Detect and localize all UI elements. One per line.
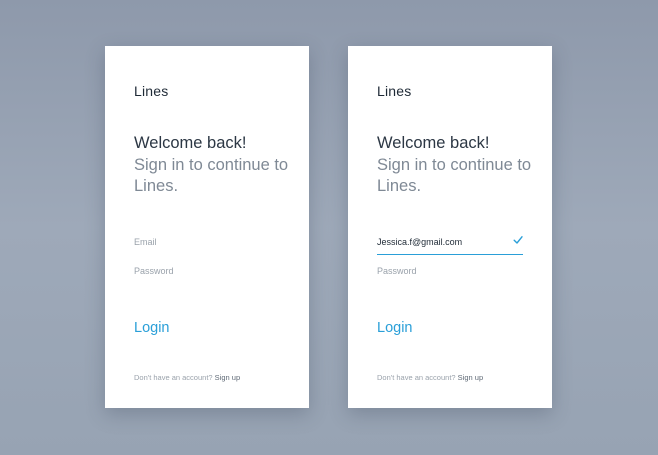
welcome-subtitle: Sign in to continue to Lines. xyxy=(377,155,532,196)
email-placeholder: Email xyxy=(134,237,157,247)
signup-link[interactable]: Sign up xyxy=(458,373,483,382)
signup-link[interactable]: Sign up xyxy=(215,373,240,382)
signup-prompt: Don't have an account? Sign up xyxy=(134,373,240,382)
email-field[interactable]: Email xyxy=(134,237,280,247)
welcome-heading: Welcome back! Sign in to continue to Lin… xyxy=(377,133,537,198)
email-value: Jessica.f@gmail.com xyxy=(377,237,463,247)
password-placeholder: Password xyxy=(377,266,417,276)
welcome-subtitle: Sign in to continue to Lines. xyxy=(134,155,289,196)
signup-prompt-text: Don't have an account? xyxy=(377,373,456,382)
brand-logo: Lines xyxy=(377,83,412,99)
login-card-filled: Lines Welcome back! Sign in to continue … xyxy=(348,46,552,408)
welcome-heading: Welcome back! Sign in to continue to Lin… xyxy=(134,133,294,198)
email-field[interactable]: Jessica.f@gmail.com xyxy=(377,236,523,255)
welcome-title: Welcome back! xyxy=(377,134,490,152)
login-button[interactable]: Login xyxy=(134,320,169,336)
password-placeholder: Password xyxy=(134,266,174,276)
signup-prompt: Don't have an account? Sign up xyxy=(377,373,483,382)
password-field[interactable]: Password xyxy=(134,266,280,276)
brand-logo: Lines xyxy=(134,83,169,99)
checkmark-icon xyxy=(513,236,523,244)
login-card-empty: Lines Welcome back! Sign in to continue … xyxy=(105,46,309,408)
login-button[interactable]: Login xyxy=(377,320,412,336)
password-field[interactable]: Password xyxy=(377,266,523,276)
welcome-title: Welcome back! xyxy=(134,134,247,152)
signup-prompt-text: Don't have an account? xyxy=(134,373,213,382)
